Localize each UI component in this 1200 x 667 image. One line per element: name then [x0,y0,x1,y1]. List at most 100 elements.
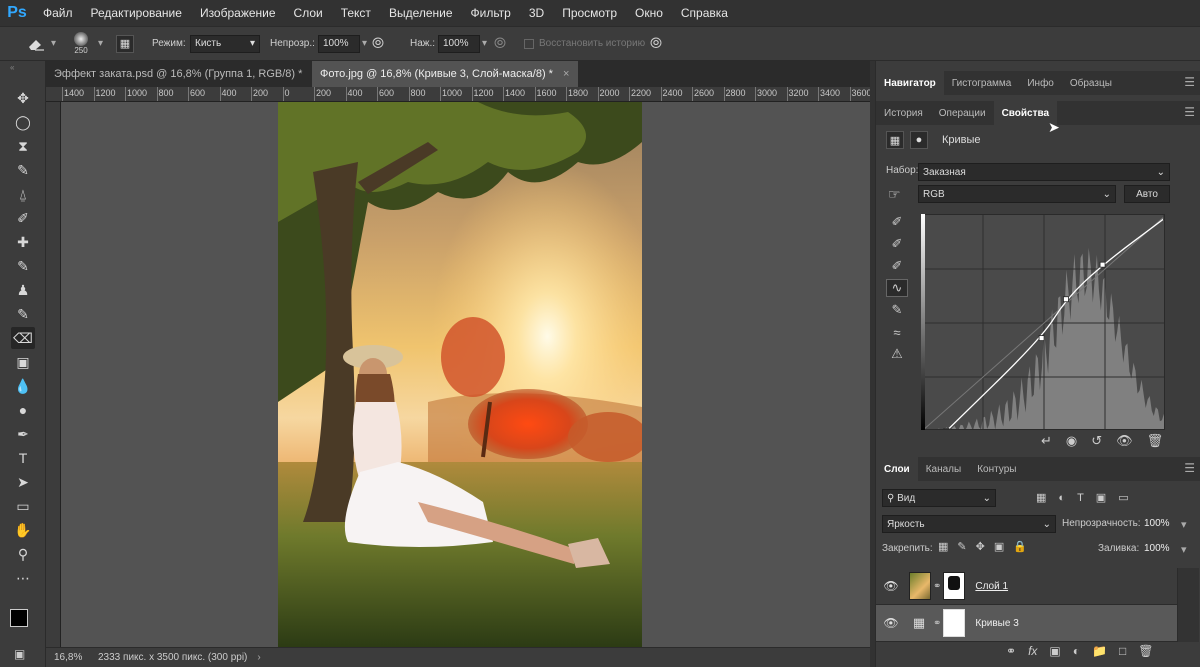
menu-item[interactable]: Слои [285,0,332,26]
zoom-level[interactable]: 16,8% [54,652,90,663]
opacity-input[interactable]: 100% ▾ [318,27,367,60]
layer-thumbnail[interactable] [909,572,931,600]
adjustment-layer-icon[interactable]: ◐ [1073,644,1080,658]
panel-menu-icon[interactable]: ☰ [1184,461,1195,475]
history-brush-tool-icon[interactable]: ✎ [11,303,35,325]
link-chain-icon[interactable]: ⚭ [933,618,941,629]
reset-icon[interactable]: ↺ [1091,433,1102,449]
black-point-eyedropper-icon[interactable]: ✐ [886,213,908,231]
tab-layers[interactable]: Слои [876,457,918,481]
flow-input[interactable]: 100% ▾ [438,27,487,60]
menu-item[interactable]: Выделение [380,0,462,26]
layer-row[interactable]: 👁 ▦ ⚭ Кривые 3 [876,605,1177,642]
brush-tool-icon[interactable]: ✎ [11,255,35,277]
shape-filter-icon[interactable]: ▣ [1096,491,1106,504]
trash-icon[interactable]: 🗑 [1138,644,1153,658]
tab-swatches[interactable]: Образцы [1062,71,1120,95]
auto-button[interactable]: Авто [1124,185,1170,203]
clip-to-layer-icon[interactable]: ↵ [1041,433,1052,449]
layer-mask-thumbnail[interactable] [943,609,966,637]
tab-channels[interactable]: Каналы [918,457,970,481]
more-tools-icon[interactable]: ⋯ [11,567,35,589]
preset-dropdown[interactable]: Заказная ⌄ [918,163,1170,181]
layer-style-icon[interactable]: fx [1028,644,1037,658]
blur-tool-icon[interactable]: 💧 [11,375,35,397]
panel-menu-icon[interactable]: ☰ [1184,75,1195,89]
pressure-size-icon[interactable]: ⦾ [650,27,662,60]
eraser-tool-icon[interactable]: ⌫ [11,327,35,349]
tab-history[interactable]: История [876,101,931,125]
photo-canvas[interactable] [278,102,642,647]
lock-artboard-icon[interactable]: ▣ [994,540,1004,553]
trash-icon[interactable]: 🗑 [1147,433,1164,449]
tab-info[interactable]: Инфо [1019,71,1062,95]
gray-point-eyedropper-icon[interactable]: ✐ [886,235,908,253]
dodge-tool-icon[interactable]: ● [11,399,35,421]
eraser-tool-preset[interactable]: ▾ [26,27,56,60]
menu-item[interactable]: Изображение [191,0,285,26]
new-layer-icon[interactable]: □ [1119,644,1126,658]
canvas-area[interactable] [61,102,870,647]
curves-graph[interactable] [921,214,1165,430]
tab-paths[interactable]: Контуры [969,457,1024,481]
status-menu-chevron-icon[interactable]: › [257,652,260,663]
layer-opacity-value[interactable]: 100% [1144,518,1170,529]
tab-actions[interactable]: Операции [931,101,994,125]
tab-histogram[interactable]: Гистограмма [944,71,1020,95]
visibility-eye-icon[interactable]: 👁 [1116,433,1133,449]
marquee-tool-icon[interactable]: ◯ [11,111,35,133]
brush-size-picker[interactable]: 250 [74,27,88,60]
layer-name[interactable]: Кривые 3 [975,618,1018,629]
path-selection-tool-icon[interactable]: ➤ [11,471,35,493]
menu-item[interactable]: Файл [34,0,82,26]
add-mask-icon[interactable]: ▣ [1049,644,1060,658]
menu-item[interactable]: Окно [626,0,672,26]
lock-all-icon[interactable]: 🔒 [1013,540,1027,553]
blend-mode-dropdown[interactable]: Яркость ⌄ [882,515,1056,533]
fill-value[interactable]: 100% [1144,543,1170,554]
color-swatches[interactable] [10,609,40,639]
gradient-tool-icon[interactable]: ▣ [11,351,35,373]
layer-name[interactable]: Слой 1 [975,581,1008,592]
mode-dropdown[interactable]: Кисть ▾ [190,27,260,60]
curve-points-tool-icon[interactable]: ∿ [886,279,908,297]
menu-item[interactable]: Редактирование [82,0,191,26]
menu-item[interactable]: Фильтр [462,0,520,26]
view-previous-icon[interactable]: ◉ [1066,433,1077,449]
quick-select-tool-icon[interactable]: ✎ [11,159,35,181]
fill-chevron-icon[interactable]: ▾ [1181,543,1187,556]
lock-position-icon[interactable]: ✥ [976,540,985,553]
healing-brush-tool-icon[interactable]: ✚ [11,231,35,253]
rectangle-tool-icon[interactable]: ▭ [11,495,35,517]
eyedropper-tool-icon[interactable]: ✐ [11,207,35,229]
layer-mask-icon[interactable]: ● [910,131,928,149]
target-adjust-hand-icon[interactable]: ☞ [888,186,901,203]
lock-transparent-icon[interactable]: ▦ [938,540,948,553]
layer-mask-thumbnail[interactable] [943,572,966,600]
brush-panel-button[interactable]: ▦ [116,27,134,60]
channel-dropdown[interactable]: RGB ⌄ [918,185,1116,203]
type-filter-icon[interactable]: T [1077,492,1084,504]
white-point-eyedropper-icon[interactable]: ✐ [886,257,908,275]
menu-item[interactable]: Просмотр [553,0,626,26]
restore-history-checkbox[interactable]: Восстановить историю [524,27,645,60]
airbrush-icon[interactable]: ⦾ [494,27,506,60]
move-tool-icon[interactable]: ✥ [11,87,35,109]
clipping-warning-icon[interactable]: ⚠ [886,345,908,363]
layer-row[interactable]: 👁 ⚭ Слой 1 [876,568,1177,605]
menu-item[interactable]: Текст [332,0,380,26]
brush-picker-chevron-icon[interactable]: ▾ [98,27,103,60]
lock-image-icon[interactable]: ✎ [957,540,966,553]
quick-mask-icon[interactable]: ▣ [14,647,25,661]
layer-filter-dropdown[interactable]: ⚲ Вид ⌄ [882,489,996,507]
smart-object-filter-icon[interactable]: ▭ [1118,491,1128,504]
menu-item[interactable]: 3D [520,0,553,26]
crop-tool-icon[interactable]: ⍙ [11,183,35,205]
visibility-eye-icon[interactable]: 👁 [879,579,903,593]
tab-sunset-effect[interactable]: Эффект заката.psd @ 16,8% (Группа 1, RGB… [46,61,319,87]
new-group-icon[interactable]: 📁 [1092,644,1107,658]
type-tool-icon[interactable]: T [11,447,35,469]
opacity-chevron-icon[interactable]: ▾ [1181,518,1187,531]
menu-item[interactable]: Справка [672,0,737,26]
pixel-filter-icon[interactable]: ▦ [1036,491,1046,504]
